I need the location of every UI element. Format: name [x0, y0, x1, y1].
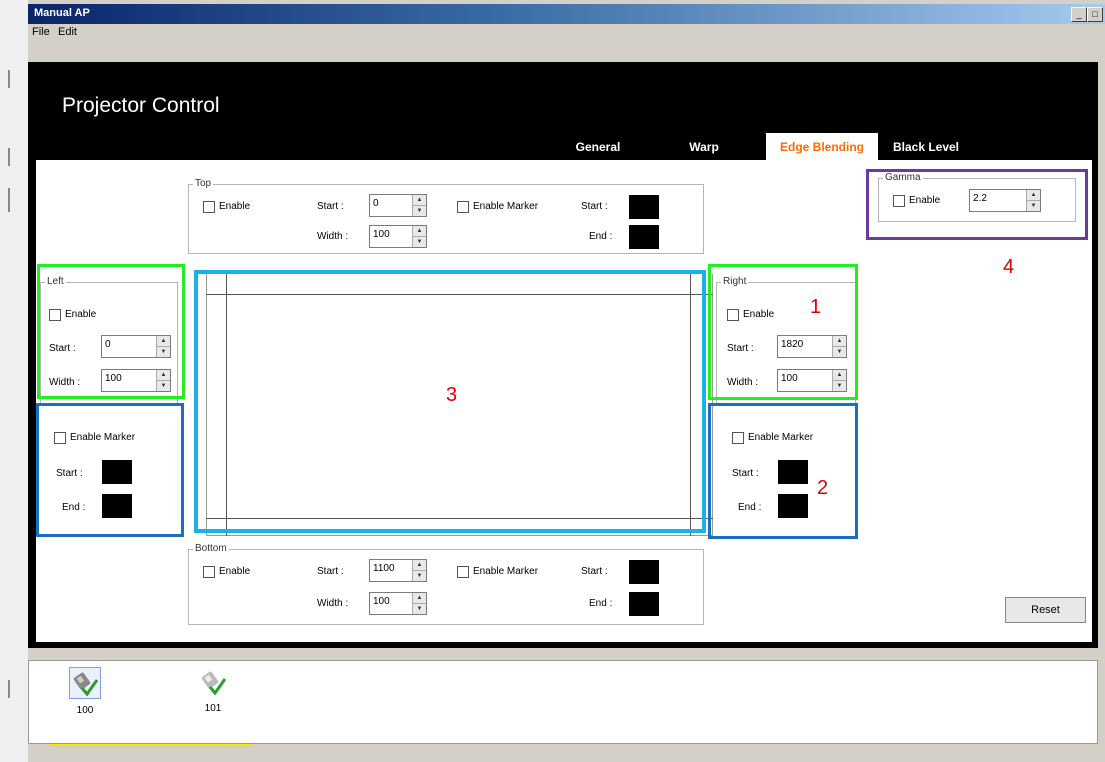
tab-general[interactable]: General	[558, 133, 638, 161]
top-width-spinner[interactable]: 100 ▲ ▼	[369, 225, 427, 248]
bottom-width-spinner[interactable]: 100 ▲ ▼	[369, 592, 427, 615]
reset-button[interactable]: Reset	[1005, 597, 1086, 623]
top-enable-checkbox[interactable]	[203, 201, 215, 213]
projector-name: 100	[76, 705, 94, 716]
window-title: Manual AP	[34, 7, 90, 19]
tab-warp[interactable]: Warp	[676, 133, 732, 161]
bottom-marker-start-label: Start :	[581, 566, 608, 577]
menu-file[interactable]: File	[32, 26, 50, 38]
highlight-right-marker	[708, 403, 858, 539]
top-enable-marker-checkbox[interactable]	[457, 201, 469, 213]
top-start-label: Start :	[317, 201, 344, 212]
maximize-button[interactable]: □	[1087, 7, 1103, 22]
bottom-legend: Bottom	[193, 543, 229, 554]
top-enable-label: Enable	[219, 201, 251, 212]
annotation-2: 2	[817, 477, 829, 499]
top-start-spinner[interactable]: 0 ▲ ▼	[369, 194, 427, 217]
bottom-start-value: 1100	[373, 563, 395, 574]
bottom-enable-checkbox[interactable]	[203, 566, 215, 578]
projector-strip: 100 101	[28, 660, 1098, 744]
bottom-enable-marker-checkbox[interactable]	[457, 566, 469, 578]
top-start-value: 0	[373, 198, 379, 209]
projector-name: 101	[204, 703, 222, 714]
tab-edge-blending[interactable]: Edge Blending	[766, 133, 878, 161]
bottom-marker-start-color[interactable]	[629, 560, 659, 584]
bottom-enable-marker-label: Enable Marker	[473, 566, 539, 577]
top-marker-end-label: End :	[589, 231, 613, 242]
bottom-start-spinner[interactable]: 1100 ▲ ▼	[369, 559, 427, 582]
projector-item-100[interactable]: 100	[55, 667, 115, 716]
top-legend: Top	[193, 178, 214, 189]
projector-icon	[69, 667, 101, 699]
title-bar: Manual AP _ □	[28, 4, 1105, 24]
bottom-start-label: Start :	[317, 566, 344, 577]
bottom-group: Bottom Enable Start : 1100 ▲ ▼ Enable Mar…	[188, 543, 704, 625]
highlight-left-marker	[36, 403, 184, 537]
projector-item-101[interactable]: 101	[183, 667, 243, 714]
annotation-3: 3	[446, 384, 458, 406]
tab-black-level[interactable]: Black Level	[886, 133, 966, 161]
highlight-right-group	[708, 264, 858, 400]
top-marker-end-color[interactable]	[629, 225, 659, 249]
projector-icon	[198, 667, 228, 697]
bottom-marker-end-label: End :	[589, 598, 613, 609]
page-title: Projector Control	[62, 94, 220, 117]
bottom-enable-label: Enable	[219, 566, 251, 577]
top-width-value: 100	[373, 229, 390, 240]
top-marker-start-color[interactable]	[629, 195, 659, 219]
top-group: Top Enable Start : 0 ▲ ▼ Enable Marker St…	[188, 178, 704, 254]
bottom-width-value: 100	[373, 596, 390, 607]
highlight-gamma	[866, 169, 1088, 240]
annotation-1: 1	[810, 296, 822, 318]
bottom-width-label: Width :	[317, 598, 349, 609]
annotation-4: 4	[1003, 256, 1015, 278]
top-marker-start-label: Start :	[581, 201, 608, 212]
left-strip	[0, 0, 28, 762]
highlight-left-group	[37, 264, 185, 399]
bottom-marker-end-color[interactable]	[629, 592, 659, 616]
minimize-button[interactable]: _	[1071, 7, 1087, 22]
top-enable-marker-label: Enable Marker	[473, 201, 539, 212]
top-width-label: Width :	[317, 231, 349, 242]
menu-edit[interactable]: Edit	[58, 26, 77, 38]
menu-bar: File Edit	[28, 24, 1105, 42]
